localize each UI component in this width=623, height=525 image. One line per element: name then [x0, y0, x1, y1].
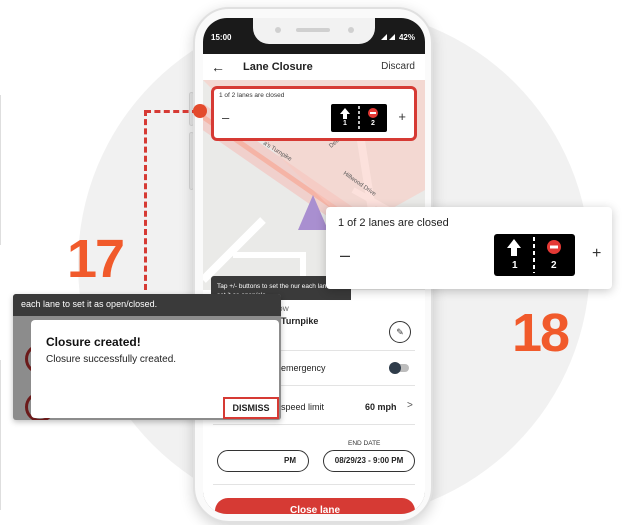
dismiss-button[interactable]: DISMISS [223, 397, 279, 419]
callout-lane-diagram: 1 2 [494, 234, 575, 276]
close-lane-button[interactable]: Close lane [215, 498, 415, 514]
dialog-message: Closure successfully created. [46, 354, 177, 365]
status-time: 15:00 [211, 33, 232, 42]
battery-indicator: 42% [380, 33, 415, 42]
remove-lane-button[interactable]: – [222, 110, 229, 125]
closure-created-dialog: Closure created! Closure successfully cr… [31, 320, 279, 419]
speaker-grill [296, 28, 330, 32]
tutorial-stage: 15:00 42% ← Lane Closure Discard a's Tur… [0, 0, 623, 525]
lane-number: 2 [371, 120, 375, 127]
callout-minus-button[interactable]: – [340, 245, 350, 266]
speed-limit-label: speed limit [281, 402, 325, 412]
back-arrow-icon[interactable]: ← [211, 59, 225, 75]
emergency-label: emergency [281, 363, 326, 373]
phone-notch [253, 18, 375, 44]
signal-icon [380, 34, 395, 40]
tooltip-remainder: each lane to set it as open/closed. [13, 294, 281, 316]
step-number-18: 18 [512, 303, 570, 363]
divider [0, 360, 1, 510]
divider [0, 95, 1, 245]
page-title: Lane Closure [243, 61, 313, 73]
lane-number: 2 [551, 260, 557, 271]
connector-line [144, 110, 147, 290]
lane-selector-callout: 1 of 2 lanes are closed – 1 2 + [326, 207, 612, 289]
callout-plus-button[interactable]: + [592, 245, 601, 263]
arrow-up-icon [507, 239, 521, 256]
discard-button[interactable]: Discard [381, 61, 415, 72]
battery-percent: 42% [398, 33, 415, 42]
start-date-button[interactable]: PM [217, 450, 309, 472]
lane-number: 1 [512, 260, 518, 271]
divider [213, 484, 415, 485]
lanes-icon [340, 106, 378, 130]
dialog-overlay: each lane to set it as open/closed. Clos… [13, 294, 281, 420]
add-lane-button[interactable]: + [398, 109, 406, 124]
lanes-icon [507, 237, 561, 273]
connector-line [145, 110, 198, 113]
camera-dot [275, 27, 281, 33]
end-date-button[interactable]: 08/29/23 - 9:00 PM [323, 450, 415, 472]
edit-icon[interactable]: ✎ [389, 321, 411, 343]
highlight-dot [193, 104, 207, 118]
road-name: Turnpike [281, 316, 319, 326]
lane-number: 1 [343, 120, 347, 127]
step-number-17: 17 [67, 229, 125, 289]
app-bar: ← Lane Closure Discard [203, 54, 425, 80]
arrow-up-icon [340, 108, 350, 119]
dialog-title: Closure created! [46, 335, 141, 349]
emergency-toggle[interactable] [389, 362, 409, 374]
divider [213, 424, 415, 425]
chevron-right-icon[interactable]: > [407, 400, 413, 411]
lane-status-text: 1 of 2 lanes are closed [219, 92, 285, 99]
end-date-label: END DATE [348, 440, 381, 447]
lane-diagram: 1 2 [331, 104, 387, 132]
lane-selector-card: 1 of 2 lanes are closed – 1 2 + [211, 86, 417, 141]
callout-status-text: 1 of 2 lanes are closed [338, 217, 449, 229]
sensor-dot [348, 27, 354, 33]
speed-limit-value[interactable]: 60 mph [365, 402, 397, 412]
